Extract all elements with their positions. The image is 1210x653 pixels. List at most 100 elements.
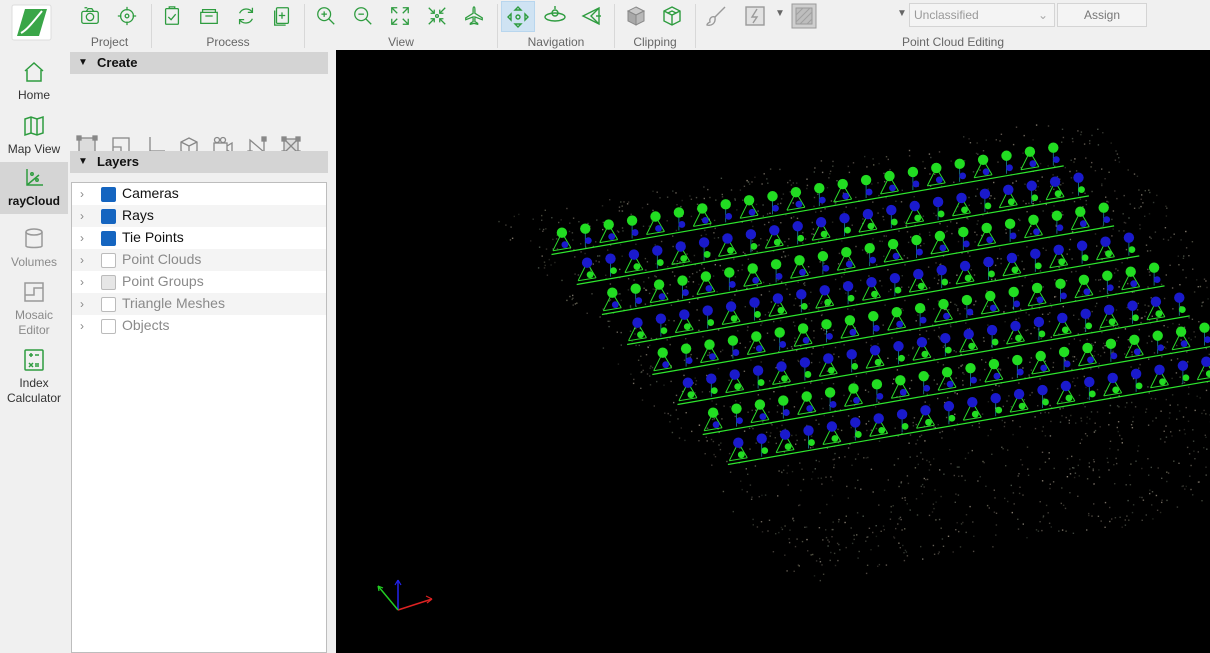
focus-button[interactable] bbox=[422, 1, 452, 31]
editing-select-button[interactable] bbox=[740, 1, 770, 31]
classification-select[interactable]: Unclassified ⌄ bbox=[909, 3, 1055, 27]
point bbox=[788, 538, 790, 540]
process-add-button[interactable] bbox=[267, 1, 297, 31]
point bbox=[538, 246, 541, 248]
point bbox=[1094, 170, 1097, 172]
point bbox=[890, 288, 892, 291]
expand-chevron-icon[interactable]: › bbox=[80, 319, 84, 333]
mode-raycloud[interactable]: rayCloud bbox=[0, 162, 68, 214]
camera-marker bbox=[790, 187, 802, 198]
camera-marker bbox=[1013, 388, 1025, 400]
point bbox=[1088, 462, 1090, 464]
editing-brush-button[interactable] bbox=[701, 1, 731, 31]
point bbox=[1183, 255, 1185, 257]
layer-row-point-clouds[interactable]: › Point Clouds bbox=[72, 249, 326, 271]
point bbox=[776, 404, 779, 407]
point bbox=[811, 478, 813, 480]
zoom-out-button[interactable] bbox=[348, 1, 378, 31]
point bbox=[569, 222, 571, 224]
mode-mosaic-editor[interactable]: Mosaic Editor bbox=[0, 280, 68, 338]
camera-marker bbox=[733, 437, 744, 448]
point bbox=[760, 238, 762, 240]
point bbox=[666, 196, 669, 198]
clipping-box-button[interactable] bbox=[621, 1, 651, 31]
navigation-orbit-button[interactable] bbox=[540, 1, 570, 31]
expand-chevron-icon[interactable]: › bbox=[80, 253, 84, 267]
point bbox=[928, 231, 931, 234]
layer-checkbox[interactable] bbox=[101, 209, 116, 224]
point bbox=[821, 171, 824, 174]
point bbox=[714, 227, 716, 230]
point bbox=[1109, 447, 1111, 450]
point bbox=[1081, 294, 1084, 296]
point bbox=[648, 292, 651, 295]
mode-volumes[interactable]: Volumes bbox=[0, 227, 68, 270]
section-title: Create bbox=[97, 55, 138, 70]
layer-row-objects[interactable]: › Objects bbox=[72, 315, 326, 337]
mode-index-calculator[interactable]: Index Calculator bbox=[0, 348, 68, 406]
point bbox=[670, 380, 672, 383]
point bbox=[1138, 207, 1140, 209]
expand-chevron-icon[interactable]: › bbox=[80, 231, 84, 245]
point bbox=[1199, 397, 1201, 399]
layer-checkbox[interactable] bbox=[101, 231, 116, 246]
project-gcp-button[interactable] bbox=[112, 1, 142, 31]
fly-button[interactable] bbox=[459, 1, 489, 31]
mode-home[interactable]: Home bbox=[0, 60, 68, 103]
point bbox=[983, 340, 985, 342]
mode-map-view[interactable]: Map View bbox=[0, 114, 68, 157]
point bbox=[1104, 501, 1107, 504]
layer-checkbox[interactable] bbox=[101, 275, 116, 290]
project-camera-button[interactable] bbox=[75, 1, 105, 31]
point bbox=[1021, 464, 1024, 466]
zoom-in-button[interactable] bbox=[311, 1, 341, 31]
point bbox=[832, 160, 834, 163]
point bbox=[968, 196, 970, 199]
navigation-fly-button[interactable] bbox=[576, 1, 606, 31]
fit-all-button[interactable] bbox=[385, 1, 415, 31]
point bbox=[758, 496, 760, 498]
layer-row-cameras[interactable]: › Cameras bbox=[72, 183, 326, 205]
dropdown-arrow-icon[interactable]: ▼ bbox=[775, 8, 785, 19]
process-refresh-button[interactable] bbox=[231, 1, 261, 31]
expand-chevron-icon[interactable]: › bbox=[80, 275, 84, 289]
layer-checkbox[interactable] bbox=[101, 253, 116, 268]
create-section-header[interactable]: ▼ Create bbox=[70, 52, 328, 74]
point bbox=[1052, 361, 1055, 364]
layer-row-tie-points[interactable]: › Tie Points bbox=[72, 227, 326, 249]
clipping-edit-button[interactable] bbox=[657, 1, 687, 31]
assign-button[interactable]: Assign bbox=[1057, 3, 1147, 27]
dropdown-arrow-icon[interactable]: ▼ bbox=[897, 8, 907, 19]
point bbox=[1012, 492, 1015, 494]
point bbox=[709, 224, 712, 226]
layer-checkbox[interactable] bbox=[101, 319, 116, 334]
point bbox=[1124, 328, 1127, 330]
layer-row-rays[interactable]: › Rays bbox=[72, 205, 326, 227]
point bbox=[1100, 355, 1102, 357]
navigation-pan-button[interactable] bbox=[501, 1, 535, 32]
camera-marker bbox=[750, 242, 758, 250]
expand-chevron-icon[interactable]: › bbox=[80, 297, 84, 311]
layer-row-triangle-meshes[interactable]: › Triangle Meshes bbox=[72, 293, 326, 315]
editing-mode-button[interactable] bbox=[789, 1, 819, 31]
point bbox=[780, 222, 782, 224]
point bbox=[837, 521, 840, 523]
camera-marker bbox=[993, 372, 1001, 380]
layer-checkbox[interactable] bbox=[101, 187, 116, 202]
point bbox=[669, 414, 672, 417]
point bbox=[879, 280, 881, 282]
expand-chevron-icon[interactable]: › bbox=[80, 209, 84, 223]
process-check-button[interactable] bbox=[157, 1, 187, 31]
point bbox=[955, 304, 958, 307]
point bbox=[1137, 450, 1139, 452]
expand-chevron-icon[interactable]: › bbox=[80, 187, 84, 201]
layers-section-header[interactable]: ▼ Layers bbox=[70, 151, 328, 173]
process-open-button[interactable] bbox=[194, 1, 224, 31]
layer-checkbox[interactable] bbox=[101, 297, 116, 312]
layer-row-point-groups[interactable]: › Point Groups bbox=[72, 271, 326, 293]
camera-marker bbox=[896, 409, 908, 420]
point bbox=[695, 196, 698, 199]
camera-marker bbox=[864, 242, 875, 254]
camera-marker bbox=[1103, 216, 1111, 224]
raycloud-3d-viewport[interactable] bbox=[336, 50, 1210, 653]
